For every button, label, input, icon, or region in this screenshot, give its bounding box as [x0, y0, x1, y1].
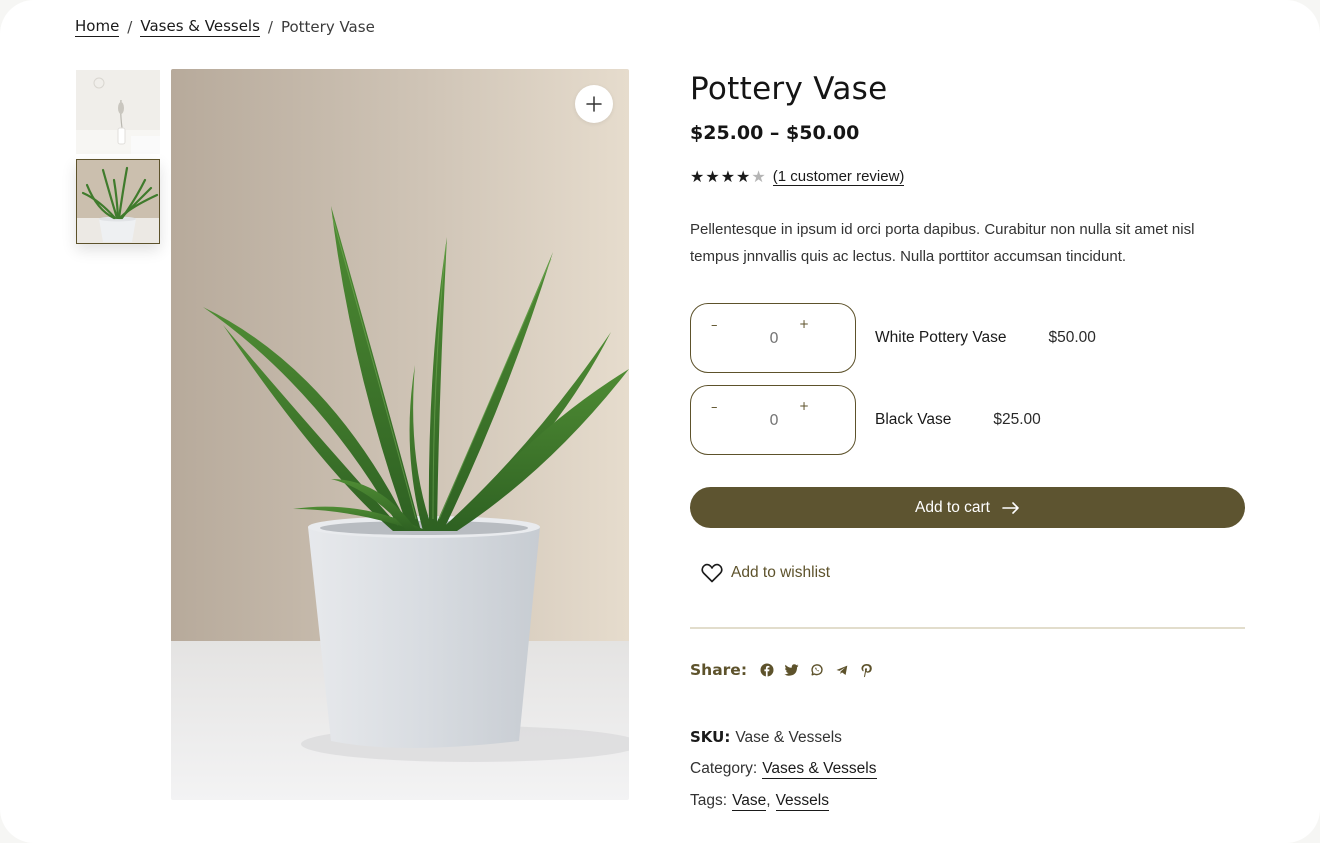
- variant-row: – 0 + Black Vase $25.00: [690, 385, 1041, 455]
- variant-row: – 0 + White Pottery Vase $50.00: [690, 303, 1096, 373]
- whatsapp-icon[interactable]: [809, 663, 824, 678]
- add-to-wishlist-label: Add to wishlist: [731, 564, 831, 581]
- add-to-cart-button[interactable]: Add to cart: [690, 487, 1245, 528]
- tag-list: Vase, Vessels: [732, 792, 829, 811]
- category-label: Category:: [690, 760, 758, 777]
- add-to-cart-label: Add to cart: [915, 498, 990, 516]
- increase-quantity-button[interactable]: +: [799, 399, 809, 413]
- tag-link-vase[interactable]: Vase: [732, 792, 767, 811]
- product-category: Category: Vases & Vessels: [690, 760, 877, 779]
- telegram-icon[interactable]: [834, 663, 849, 678]
- variant-name: White Pottery Vase: [875, 329, 1007, 346]
- facebook-icon[interactable]: [759, 663, 774, 678]
- zoom-button[interactable]: [575, 85, 613, 123]
- customer-review-link[interactable]: (1 customer review): [772, 168, 905, 186]
- thumbnail-aloe-plant[interactable]: [76, 159, 160, 244]
- add-to-wishlist-button[interactable]: Add to wishlist: [701, 563, 830, 583]
- product-title: Pottery Vase: [690, 71, 888, 107]
- sku-label: SKU:: [690, 728, 731, 746]
- star-rating: ★★★★★: [690, 167, 767, 186]
- breadcrumb-category-link[interactable]: Vases & Vessels: [140, 17, 260, 37]
- aloe-plant-photo: [171, 69, 629, 800]
- twitter-icon[interactable]: [784, 663, 799, 678]
- quantity-stepper[interactable]: – 0 +: [690, 385, 856, 455]
- breadcrumb-home-link[interactable]: Home: [75, 17, 120, 37]
- variant-name: Black Vase: [875, 411, 952, 428]
- stars-filled: ★★★★: [690, 167, 752, 186]
- tag-separator: ,: [766, 792, 771, 809]
- breadcrumb-separator: /: [127, 18, 133, 36]
- product-description: Pellentesque in ipsum id orci porta dapi…: [690, 221, 1195, 265]
- quantity-value[interactable]: 0: [691, 411, 857, 429]
- quantity-value[interactable]: 0: [691, 329, 857, 347]
- variant-price: $50.00: [1048, 329, 1096, 346]
- product-sku: SKU: Vase & Vessels: [690, 728, 842, 747]
- category-link[interactable]: Vases & Vessels: [762, 760, 877, 779]
- pinterest-icon[interactable]: [859, 663, 874, 678]
- main-product-image[interactable]: [171, 69, 629, 800]
- breadcrumb-current: Pottery Vase: [280, 18, 375, 36]
- share-label: Share:: [690, 661, 748, 679]
- sku-value: Vase & Vessels: [735, 729, 842, 746]
- tags-label: Tags:: [690, 792, 728, 809]
- share-bar: Share:: [690, 661, 874, 679]
- product-page: Home / Vases & Vessels / Pottery Vase Po…: [0, 0, 1320, 843]
- thumbnail-white-vase[interactable]: [76, 70, 160, 154]
- plus-icon: [586, 96, 602, 112]
- product-price: $25.00 – $50.00: [690, 122, 860, 144]
- product-tags: Tags: Vase, Vessels: [690, 792, 829, 811]
- increase-quantity-button[interactable]: +: [799, 317, 809, 331]
- thumbnail-aloe-plant-image: [77, 160, 159, 243]
- heart-icon: [701, 563, 723, 583]
- breadcrumb: Home / Vases & Vessels / Pottery Vase: [75, 17, 375, 37]
- thumbnail-white-vase-image: [76, 70, 160, 154]
- tag-link-vessels[interactable]: Vessels: [775, 792, 829, 811]
- breadcrumb-separator: /: [267, 18, 273, 36]
- variant-price: $25.00: [993, 411, 1041, 428]
- product-rating: ★★★★★ (1 customer review): [690, 167, 905, 186]
- arrow-right-icon: [1002, 501, 1019, 514]
- quantity-stepper[interactable]: – 0 +: [690, 303, 856, 373]
- stars-empty: ★: [751, 167, 767, 186]
- divider: [690, 627, 1245, 629]
